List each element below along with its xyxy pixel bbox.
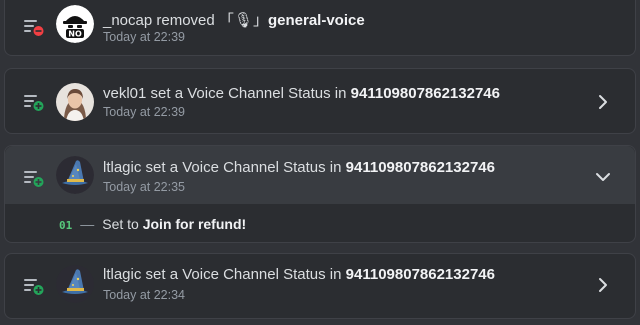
action-text: removed	[152, 12, 219, 29]
target-name: 941109807862132746	[350, 85, 500, 102]
svg-text:NO: NO	[68, 30, 82, 39]
chevron-right-icon[interactable]	[595, 94, 611, 110]
action-text: set a Voice Channel Status in	[141, 159, 346, 176]
change-dash: —	[80, 216, 95, 232]
channel-updated-icon	[24, 171, 44, 187]
chevron-right-icon[interactable]	[595, 277, 611, 293]
entry-timestamp: Today at 22:39	[103, 105, 186, 119]
change-prefix: Set to	[102, 216, 143, 232]
nocap-avatar: NO	[56, 5, 94, 43]
action-text: set a Voice Channel Status in	[146, 85, 351, 102]
audit-log-entry-expanded[interactable]: ltlagic set a Voice Channel Status in 94…	[4, 145, 636, 243]
wizard-hat-avatar	[56, 265, 94, 303]
channel-updated-icon	[24, 95, 44, 111]
actor-name[interactable]: vekl01	[103, 85, 146, 102]
target-name: 941109807862132746	[345, 266, 495, 283]
target-name: general-voice	[267, 12, 365, 29]
entry-timestamp: Today at 22:35	[103, 180, 186, 194]
entry-timestamp: Today at 22:34	[103, 288, 186, 302]
change-value: Join for refund!	[142, 216, 247, 232]
target-prefix: 「🎙」	[218, 12, 268, 29]
chevron-down-icon[interactable]	[595, 169, 611, 185]
actor-name[interactable]: ltlagic	[103, 266, 141, 283]
actor-name[interactable]: _nocap	[103, 12, 152, 29]
change-number: 01	[59, 219, 73, 232]
wizard-hat-avatar	[56, 156, 94, 194]
entry-title: _nocap removed 「🎙」general-voice	[103, 9, 365, 30]
channel-updated-icon	[24, 279, 44, 295]
actor-name[interactable]: ltlagic	[103, 159, 141, 176]
entry-title: ltlagic set a Voice Channel Status in 94…	[103, 266, 495, 283]
channel-removed-icon	[24, 20, 44, 36]
audit-log-entry[interactable]: ltlagic set a Voice Channel Status in 94…	[4, 253, 636, 319]
photo-avatar	[56, 83, 94, 121]
audit-log-entry[interactable]: vekl01 set a Voice Channel Status in 941…	[4, 68, 636, 134]
target-name: 941109807862132746	[345, 159, 495, 176]
audit-log-entry: NO _nocap removed 「🎙」general-voice Today…	[4, 0, 636, 56]
entry-title: vekl01 set a Voice Channel Status in 941…	[103, 85, 500, 102]
action-text: set a Voice Channel Status in	[141, 266, 346, 283]
change-detail-row: 01 — Set to Join for refund!	[59, 216, 246, 236]
entry-title: ltlagic set a Voice Channel Status in 94…	[103, 159, 495, 176]
audit-log-list: NO _nocap removed 「🎙」general-voice Today…	[0, 0, 640, 325]
entry-timestamp: Today at 22:39	[103, 30, 186, 44]
